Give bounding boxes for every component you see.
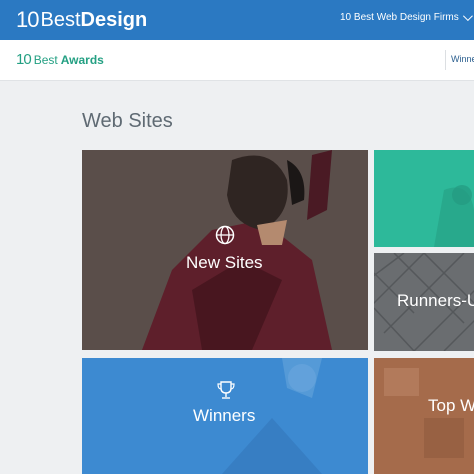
featured-photo: [374, 150, 474, 247]
sub-logo-best: Best: [33, 52, 58, 67]
best-awards-logo[interactable]: 10 Best Awards: [16, 51, 104, 68]
top-nav: 10 Best Web Design Firms W: [340, 11, 474, 23]
best-design-logo[interactable]: 10 Best Design: [16, 7, 148, 32]
tile-runners-up[interactable]: Runners-U: [374, 253, 474, 351]
logo-best-text: Best: [40, 8, 81, 31]
new-sites-photo: [82, 150, 368, 350]
tile-runners-up-label: Runners-U: [397, 291, 474, 310]
divider: [445, 50, 446, 70]
tile-top[interactable]: Top W: [374, 358, 474, 474]
logo-design-text: Design: [80, 8, 148, 31]
tile-winners[interactable]: Winners: [82, 358, 368, 474]
sub-logo-number: 10: [16, 51, 32, 68]
tile-winners-label: Winners: [193, 406, 256, 425]
tile-featured[interactable]: [374, 150, 474, 247]
winners-link[interactable]: Winne: [451, 54, 474, 64]
trophy-icon: [217, 380, 235, 405]
nav-web-design-firms[interactable]: 10 Best Web Design Firms: [340, 12, 459, 23]
page-title: Web Sites: [82, 110, 173, 132]
sub-logo-awards: Awards: [60, 52, 104, 67]
tile-new-sites[interactable]: New Sites: [82, 150, 368, 350]
top-photo: [374, 358, 474, 474]
tile-top-label: Top W: [428, 396, 474, 415]
sub-header: 10 Best Awards Winne: [0, 40, 474, 81]
logo-number: 10: [16, 7, 40, 32]
chevron-down-icon[interactable]: [462, 11, 473, 22]
top-header: 10 Best Design 10 Best Web Design Firms …: [0, 0, 474, 40]
tile-new-sites-label: New Sites: [186, 253, 263, 272]
globe-icon: [215, 225, 235, 250]
